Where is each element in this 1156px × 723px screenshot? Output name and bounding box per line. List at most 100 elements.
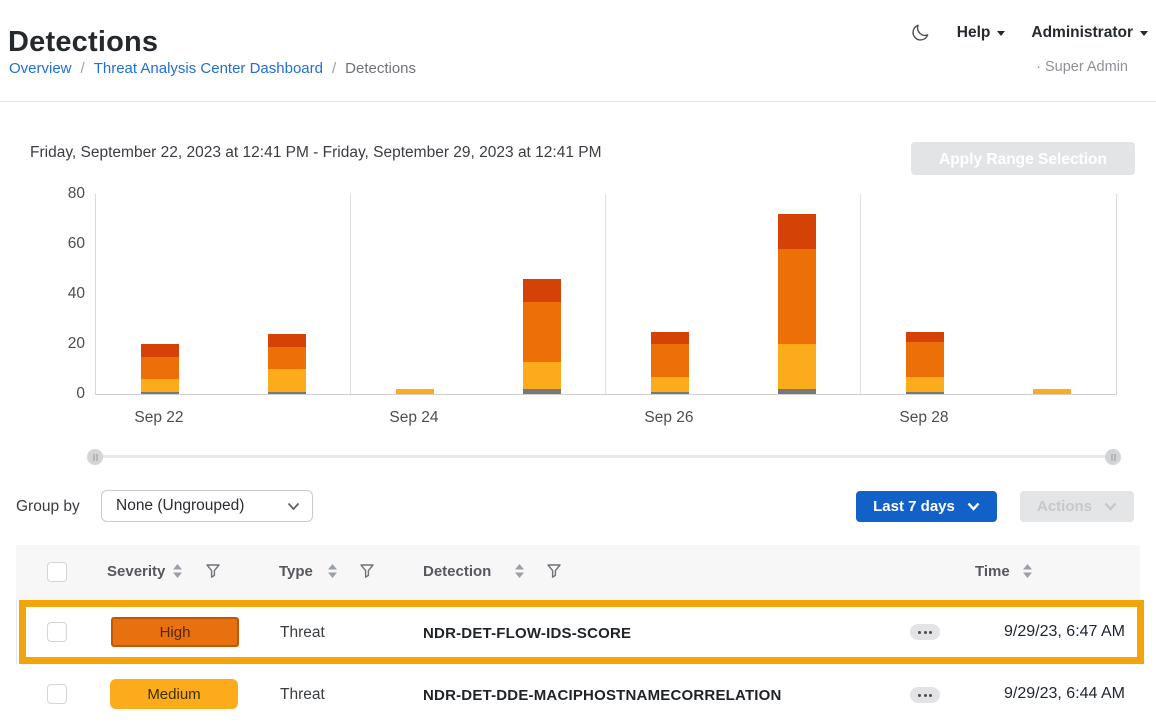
range-slider-track[interactable] [95,455,1113,458]
time-range-label: Last 7 days [873,498,955,515]
help-menu[interactable]: Help [957,24,1006,42]
table-header-row [16,545,1140,600]
bar-segment-amber [396,389,434,394]
bar-sep-27[interactable] [778,214,816,394]
bar-segment-gray [906,392,944,395]
severity-badge-high: High [111,617,239,647]
bar-segment-red-orange [651,332,689,345]
y-axis-tick: 20 [35,335,85,353]
bar-segment-amber [523,362,561,390]
sort-icon[interactable] [172,563,183,579]
column-header-time[interactable]: Time [975,563,1010,580]
breadcrumb-current: Detections [345,60,416,77]
bar-segment-gray [268,392,306,395]
bar-segment-red-orange [778,214,816,249]
caret-down-icon [997,31,1005,36]
actions-label: Actions [1037,498,1092,515]
y-axis-tick: 40 [35,285,85,303]
type-cell: Threat [280,686,325,704]
bar-segment-gray [141,392,179,395]
bar-segment-red-orange [906,332,944,342]
breadcrumb-separator: / [332,60,336,77]
range-slider-handle-left[interactable] [87,449,103,465]
bar-segment-gray [523,389,561,394]
time-range-button[interactable]: Last 7 days [856,491,997,522]
bar-segment-red-orange [141,344,179,357]
bar-segment-orange [141,357,179,380]
x-axis-tick: Sep 26 [624,409,714,427]
range-slider-handle-right[interactable] [1105,449,1121,465]
x-axis-tick: Sep 24 [369,409,459,427]
sort-icon[interactable] [1022,563,1033,579]
group-by-label: Group by [16,498,80,516]
filter-funnel-icon[interactable] [205,563,221,579]
bar-segment-orange [778,249,816,344]
breadcrumb-dashboard[interactable]: Threat Analysis Center Dashboard [94,60,323,77]
chevron-down-icon [967,502,980,511]
column-header-detection[interactable]: Detection [423,563,491,580]
bar-segment-orange [651,344,689,377]
bar-segment-amber [268,369,306,392]
theme-moon-icon[interactable] [910,22,931,43]
chart-plot [95,194,1117,395]
user-role-label: · Super Admin [1036,59,1128,75]
bar-segment-orange [906,342,944,377]
bar-segment-red-orange [268,334,306,347]
select-all-checkbox[interactable] [47,562,67,582]
sort-icon[interactable] [514,563,525,579]
bar-sep-29[interactable] [1033,389,1071,394]
bar-segment-amber [141,379,179,392]
sort-icon[interactable] [327,563,338,579]
y-axis-tick: 0 [35,385,85,403]
row-checkbox[interactable] [47,684,67,704]
user-menu[interactable]: Administrator [1031,24,1148,42]
actions-button[interactable]: Actions [1020,491,1134,522]
bar-segment-gray [778,389,816,394]
help-menu-label: Help [957,24,991,42]
detection-cell: NDR-DET-DDE-MACIPHOSTNAMECORRELATION [423,687,782,704]
bar-segment-orange [523,302,561,362]
column-header-severity[interactable]: Severity [107,563,165,580]
breadcrumb-overview[interactable]: Overview [9,60,72,77]
bar-segment-red-orange [523,279,561,302]
time-cell: 9/29/23, 6:47 AM [960,623,1125,641]
bar-sep-22[interactable] [141,344,179,394]
header-divider [0,101,1156,102]
apply-range-selection-button[interactable]: Apply Range Selection [911,142,1135,175]
detections-page: Detections Overview / Threat Analysis Ce… [0,0,1156,723]
bar-segment-amber [906,377,944,392]
breadcrumb: Overview / Threat Analysis Center Dashbo… [9,60,416,77]
row-actions-ellipsis-button[interactable] [910,687,940,703]
row-actions-ellipsis-button[interactable] [910,624,940,640]
type-cell: Threat [280,624,325,642]
bar-sep-28[interactable] [906,332,944,395]
time-cell: 9/29/23, 6:44 AM [960,685,1125,703]
row-checkbox[interactable] [47,622,67,642]
bar-segment-orange [268,347,306,370]
filter-funnel-icon[interactable] [546,563,562,579]
chevron-down-icon [1104,502,1117,511]
y-axis-tick: 80 [35,185,85,203]
severity-badge-medium: Medium [110,679,238,709]
group-by-value: None (Ungrouped) [116,497,244,515]
bar-sep-25[interactable] [523,279,561,394]
bar-segment-amber [1033,389,1071,394]
date-range-label: Friday, September 22, 2023 at 12:41 PM -… [30,144,602,162]
chevron-down-icon [287,502,300,511]
caret-down-icon [1140,31,1148,36]
chart-gridline [860,194,861,394]
bar-segment-gray [651,392,689,395]
chart-gridline [350,194,351,394]
group-by-select[interactable]: None (Ungrouped) [101,490,313,522]
breadcrumb-separator: / [81,60,85,77]
column-header-type[interactable]: Type [279,563,313,580]
y-axis-tick: 60 [35,235,85,253]
bar-segment-amber [778,344,816,389]
bar-sep-23[interactable] [268,334,306,394]
page-title: Detections [8,26,158,59]
bar-sep-26[interactable] [651,332,689,395]
bar-sep-24[interactable] [396,389,434,394]
filter-funnel-icon[interactable] [359,563,375,579]
bar-segment-amber [651,377,689,392]
x-axis-tick: Sep 28 [879,409,969,427]
